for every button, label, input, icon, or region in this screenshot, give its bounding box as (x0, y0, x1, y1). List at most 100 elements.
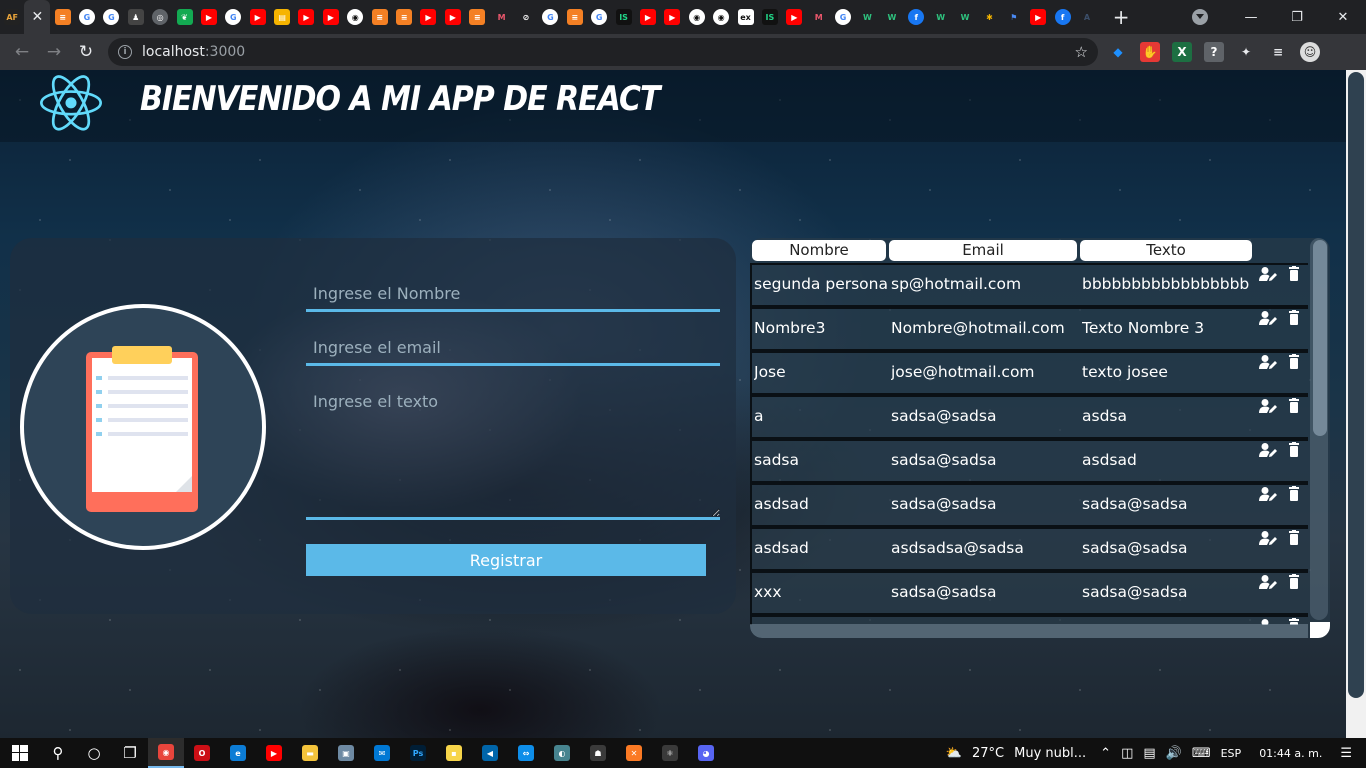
tab[interactable]: W (928, 0, 952, 34)
help-icon[interactable]: ? (1204, 42, 1224, 62)
tab[interactable]: ≡ (392, 0, 416, 34)
taskbar-app[interactable]: ▣ (328, 738, 364, 768)
edit-user-icon[interactable] (1259, 398, 1277, 414)
tab[interactable]: G (587, 0, 611, 34)
table-row[interactable]: asdsad sadsa@sadsa sadsa@sadsa (750, 483, 1308, 527)
taskbar-app[interactable]: ▶ (256, 738, 292, 768)
delete-trash-icon[interactable] (1285, 354, 1303, 370)
gem-icon[interactable]: ◆ (1108, 42, 1128, 62)
taskbar-app[interactable]: ▪ (436, 738, 472, 768)
language-indicator[interactable]: ESP (1221, 747, 1242, 760)
tab[interactable]: ✱ (977, 0, 1001, 34)
table-scroll-thumb[interactable] (1313, 240, 1327, 436)
profile-avatar-icon[interactable]: ☺ (1300, 42, 1320, 62)
edit-user-icon[interactable] (1259, 574, 1277, 590)
weather-icon[interactable]: ⛅ (946, 746, 962, 761)
table-row[interactable]: a sadsa@sadsa asdsa (750, 395, 1308, 439)
clock[interactable]: 01:44 a. m. (1259, 747, 1322, 760)
excel-icon[interactable]: X (1172, 42, 1192, 62)
delete-trash-icon[interactable] (1285, 266, 1303, 282)
taskbar-app[interactable]: ✉ (364, 738, 400, 768)
tab[interactable]: ◉ (343, 0, 367, 34)
table-row[interactable]: xxx sadsa@sadsa sadsa@sadsa (750, 571, 1308, 615)
delete-trash-icon[interactable] (1285, 574, 1303, 590)
taskbar-app[interactable]: ☗ (580, 738, 616, 768)
taskbar-app[interactable]: ◉ (148, 738, 184, 768)
tab[interactable]: ◉ (685, 0, 709, 34)
taskbar-app[interactable]: ✕ (616, 738, 652, 768)
weather-desc[interactable]: Muy nubl... (1014, 746, 1086, 761)
weather-temp[interactable]: 27°C (972, 746, 1004, 761)
table-row[interactable]: sadsa sadsa@sadsa asdsad (750, 439, 1308, 483)
tab[interactable]: M (489, 0, 513, 34)
taskbar-app[interactable]: ▬ (292, 738, 328, 768)
minimize-button[interactable]: — (1228, 0, 1274, 34)
tab[interactable]: W (855, 0, 879, 34)
tab[interactable]: AF (0, 0, 24, 34)
tab[interactable]: ≡ (367, 0, 391, 34)
close-icon[interactable]: ✕ (32, 9, 44, 25)
notification-icon[interactable]: ☰ (1340, 746, 1352, 761)
forward-button[interactable]: → (38, 36, 70, 68)
tab[interactable]: ❦ (172, 0, 196, 34)
taskbar-app[interactable]: ⇔ (508, 738, 544, 768)
taskbar-app[interactable]: ○ (76, 738, 112, 768)
tab[interactable]: ▶ (294, 0, 318, 34)
edit-user-icon[interactable] (1259, 266, 1277, 282)
stop-hand-icon[interactable]: ✋ (1140, 42, 1160, 62)
tab[interactable]: A (1075, 0, 1099, 34)
tab[interactable]: ▶ (636, 0, 660, 34)
delete-trash-icon[interactable] (1285, 442, 1303, 458)
tab[interactable]: G (831, 0, 855, 34)
table-row[interactable]: asdsad asdsadsa@sadsa sadsa@sadsa (750, 527, 1308, 571)
tab[interactable]: ▤ (270, 0, 294, 34)
taskbar-app[interactable]: ◕ (688, 738, 724, 768)
taskbar-app[interactable]: e (220, 738, 256, 768)
tab[interactable]: ⚑ (1002, 0, 1026, 34)
taskbar-app[interactable]: ◀ (472, 738, 508, 768)
tab[interactable]: ≡ (563, 0, 587, 34)
tab[interactable]: IS (758, 0, 782, 34)
tab[interactable]: W (880, 0, 904, 34)
tab-active[interactable]: ✕ (24, 0, 51, 34)
tab[interactable]: ▶ (1026, 0, 1050, 34)
table-row[interactable]: Nombre3 Nombre@hotmail.com Texto Nombre 3 (750, 307, 1308, 351)
taskbar-app[interactable]: O (184, 738, 220, 768)
name-input[interactable] (306, 278, 720, 312)
tab[interactable]: IS (611, 0, 635, 34)
tab[interactable]: ⊘ (514, 0, 538, 34)
table-horizontal-scrollbar[interactable] (750, 624, 1308, 638)
tab[interactable]: ▶ (246, 0, 270, 34)
page-scrollbar[interactable] (1346, 70, 1366, 738)
network-icon[interactable]: ▤ (1143, 746, 1155, 761)
email-input[interactable] (306, 332, 720, 366)
start-button[interactable] (0, 738, 40, 768)
tray-chevron-icon[interactable]: ⌃ (1100, 746, 1111, 761)
tab[interactable]: ex (733, 0, 757, 34)
tab[interactable]: ▶ (660, 0, 684, 34)
table-row[interactable]: segunda persona sp@hotmail.com bbbbbbbbbbb… (750, 263, 1308, 307)
reload-button[interactable]: ↻ (70, 36, 102, 68)
tab-search-icon[interactable] (1192, 9, 1208, 25)
url-text[interactable]: localhost:3000 (142, 44, 245, 60)
tab[interactable]: ◎ (148, 0, 172, 34)
address-bar[interactable]: i localhost:3000 ☆ (108, 38, 1098, 66)
tab[interactable]: ▶ (441, 0, 465, 34)
tab[interactable]: ≡ (50, 0, 74, 34)
edit-user-icon[interactable] (1259, 354, 1277, 370)
delete-trash-icon[interactable] (1285, 530, 1303, 546)
page-scroll-thumb[interactable] (1348, 72, 1364, 698)
volume-icon[interactable]: 🔊 (1166, 746, 1182, 761)
taskbar-app[interactable]: ❐ (112, 738, 148, 768)
tab[interactable]: ♟ (124, 0, 148, 34)
tab[interactable]: ▶ (416, 0, 440, 34)
tab[interactable]: M (807, 0, 831, 34)
delete-trash-icon[interactable] (1285, 310, 1303, 326)
tray-app-icon[interactable]: ◫ (1121, 746, 1133, 761)
taskbar-app[interactable]: ⚲ (40, 738, 76, 768)
table-body[interactable]: segunda persona sp@hotmail.com bbbbbbbbbbb… (750, 263, 1308, 625)
puzzle-icon[interactable]: ✦ (1236, 42, 1256, 62)
keyboard-icon[interactable]: ⌨ (1192, 746, 1211, 761)
maximize-button[interactable]: ❐ (1274, 0, 1320, 34)
new-tab-button[interactable]: + (1107, 0, 1135, 34)
